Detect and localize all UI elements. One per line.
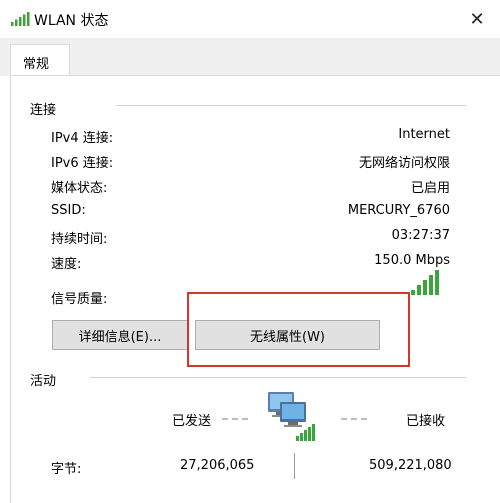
ipv4-value: Internet — [398, 127, 450, 142]
title-bar: WLAN 状态 ✕ — [0, 0, 500, 38]
connection-divider — [116, 105, 466, 106]
signal-quality-label: 信号质量: — [51, 292, 108, 307]
close-icon: ✕ — [469, 8, 485, 30]
window-title: WLAN 状态 — [34, 13, 109, 29]
bytes-separator — [294, 453, 295, 479]
media-state-value: 已启用 — [410, 181, 450, 196]
wlan-status-window: WLAN 状态 ✕ 常规 连接 IPv4 连接: Internet IPv6 连… — [0, 0, 500, 503]
bytes-label: 字节: — [51, 462, 82, 477]
connection-section-title: 连接 — [30, 103, 57, 118]
activity-divider — [90, 377, 466, 378]
ipv4-label: IPv4 连接: — [51, 131, 114, 146]
media-state-label: 媒体状态: — [51, 181, 108, 196]
details-button[interactable]: 详细信息(E)... — [52, 320, 188, 350]
received-dash-line — [341, 418, 367, 420]
signal-strength-icon — [411, 270, 439, 295]
speed-label: 速度: — [51, 257, 82, 272]
speed-value: 150.0 Mbps — [374, 253, 450, 268]
ssid-value: MERCURY_6760 — [347, 203, 450, 218]
duration-label: 持续时间: — [51, 232, 108, 247]
tab-strip: 常规 — [0, 38, 500, 78]
highlight-annotation — [187, 292, 410, 367]
received-label: 已接收 — [406, 414, 446, 429]
sent-dash-line — [222, 418, 248, 420]
tab-general[interactable]: 常规 — [10, 44, 70, 78]
activity-section-title: 活动 — [30, 374, 57, 389]
close-button[interactable]: ✕ — [454, 0, 500, 38]
duration-value: 03:27:37 — [391, 228, 450, 243]
wifi-signal-icon — [11, 12, 30, 26]
sent-label: 已发送 — [172, 414, 212, 429]
ipv6-label: IPv6 连接: — [51, 156, 114, 171]
ssid-label: SSID: — [51, 203, 86, 218]
bytes-received-value: 509,221,080 — [369, 458, 452, 473]
network-computers-icon — [268, 392, 315, 441]
bytes-sent-value: 27,206,065 — [180, 458, 255, 473]
ipv6-value: 无网络访问权限 — [358, 156, 450, 171]
